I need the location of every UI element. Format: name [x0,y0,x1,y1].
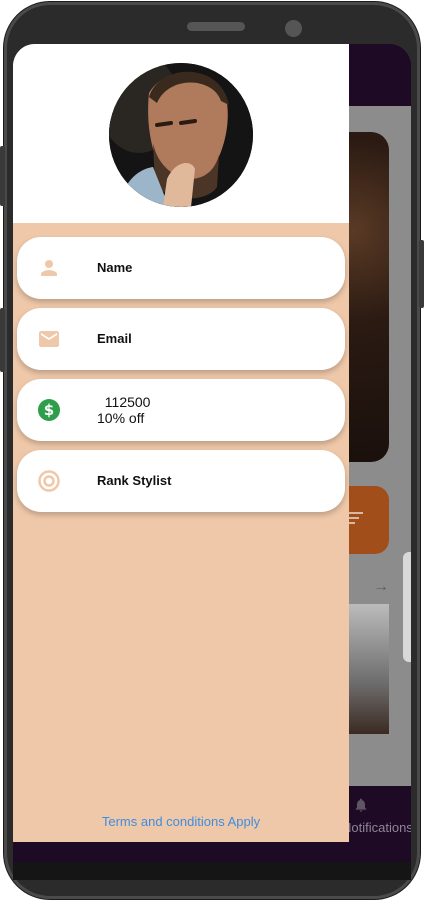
discount-value: 10% off [97,410,145,426]
points-text: 112500 10% off [97,394,150,426]
dollar-icon: $ [38,399,60,421]
volume-down-button [0,308,5,372]
mail-icon [39,331,59,347]
menu-item-points[interactable]: $ 112500 10% off [17,379,345,441]
bell-icon [355,798,367,812]
background-scroll-handle [403,552,411,662]
menu-item-label: Rank Stylist [97,473,172,488]
system-bottom-bar [13,862,411,880]
terms-link[interactable]: Terms and conditions Apply [13,814,349,829]
app-screen: → Notifications Name Email $ 112500 10% … [13,44,411,862]
drawer-header [13,44,349,223]
bottom-nav-label: Notifications [342,820,411,835]
points-value: 112500 [97,394,151,410]
filter-icon [347,512,363,527]
arrow-right-icon: → [373,578,389,595]
menu-item-rank[interactable]: Rank Stylist [17,450,345,512]
target-icon [38,470,60,492]
menu-item-label: Email [97,331,132,346]
speaker-grille [187,22,245,31]
avatar [109,63,253,207]
power-button [419,240,424,308]
person-icon [41,260,57,276]
navigation-drawer: Name Email $ 112500 10% off Rank Stylist… [13,44,349,842]
menu-item-name[interactable]: Name [17,237,345,299]
svg-text:$: $ [44,401,54,419]
volume-up-button [0,146,5,206]
menu-item-email[interactable]: Email [17,308,345,370]
front-camera [285,20,302,37]
menu-item-label: Name [97,260,133,275]
